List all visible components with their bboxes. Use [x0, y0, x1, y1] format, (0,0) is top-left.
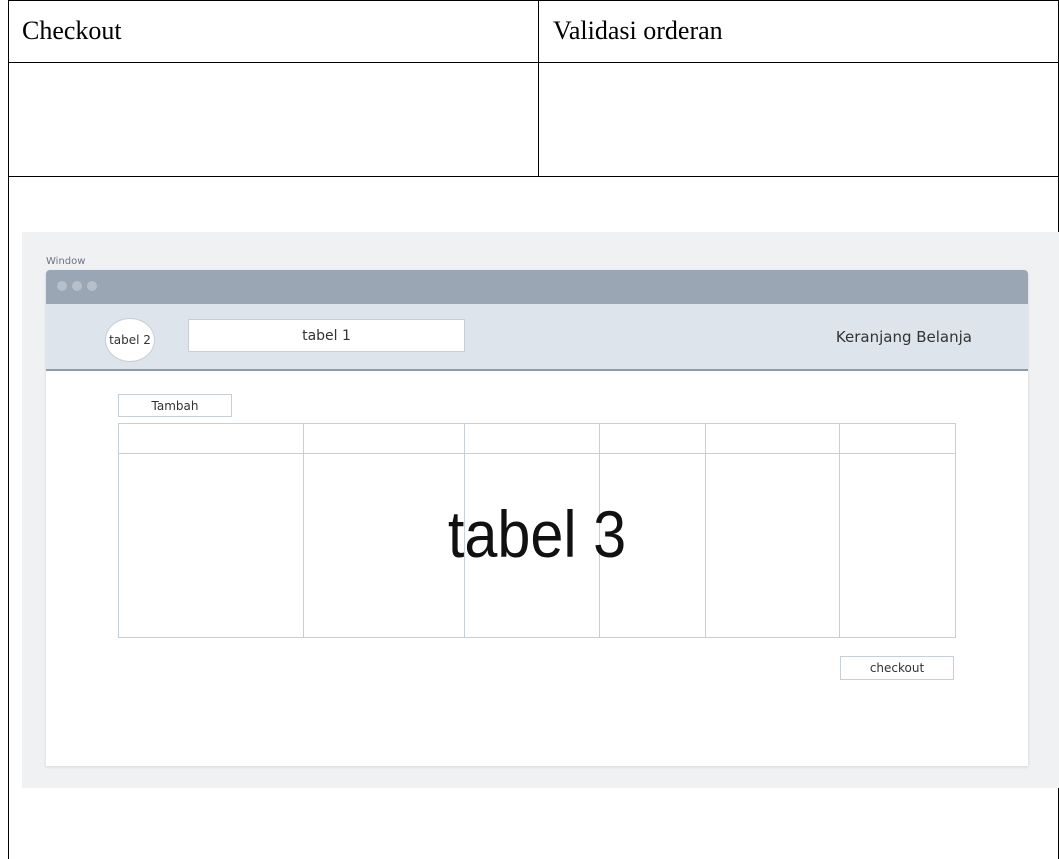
tabel-3-grid: tabel 3: [118, 423, 956, 638]
table-top-border: [8, 0, 1059, 1]
maximize-dot-icon[interactable]: [87, 281, 97, 291]
window-titlebar: [46, 270, 1028, 304]
table-left-border: [8, 0, 9, 859]
minimize-dot-icon[interactable]: [72, 281, 82, 291]
window-label: Window: [46, 256, 86, 267]
tabel-3-label: tabel 3: [447, 497, 627, 571]
table-row2-border: [8, 176, 1059, 177]
close-dot-icon[interactable]: [57, 281, 67, 291]
header-cell-checkout: Checkout: [22, 16, 122, 45]
table-middle-border: [538, 0, 539, 177]
grid-header-divider: [119, 453, 955, 454]
keranjang-belanja-title: Keranjang Belanja: [835, 328, 972, 346]
checkout-button[interactable]: checkout: [840, 656, 954, 680]
header-cell-validasi: Validasi orderan: [553, 16, 723, 45]
tabel-2-circle[interactable]: tabel 2: [105, 318, 155, 362]
tabel-1-textbox[interactable]: tabel 1: [188, 319, 465, 352]
wireframe-window: tabel 2 tabel 1 Keranjang Belanja Tambah…: [46, 270, 1028, 766]
table-row1-border: [8, 62, 1059, 63]
tambah-button[interactable]: Tambah: [118, 394, 232, 417]
